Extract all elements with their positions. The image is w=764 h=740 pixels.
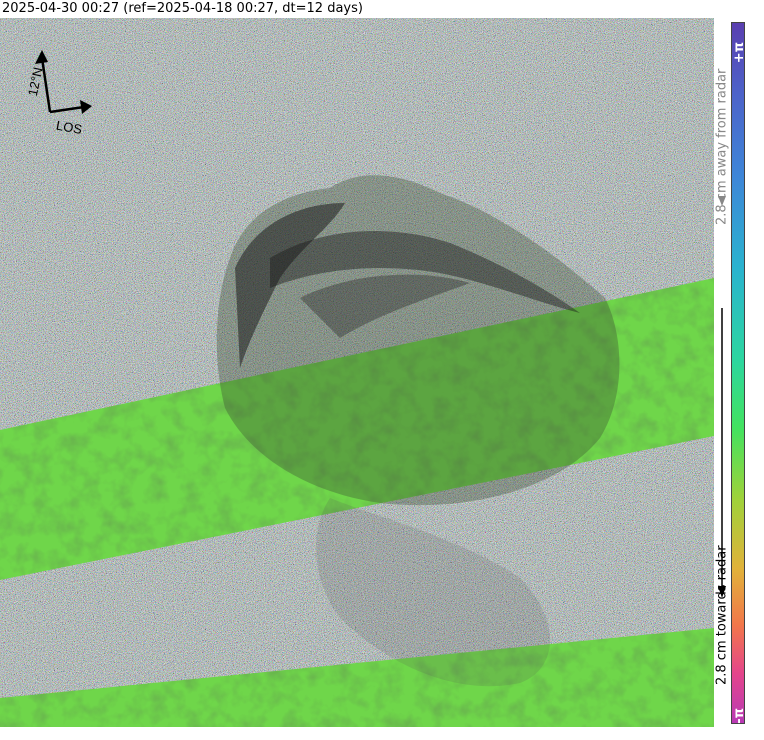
towards-arrow-icon bbox=[718, 308, 726, 598]
colorbar-max-label: +π bbox=[732, 42, 747, 64]
map-canvas bbox=[0, 18, 714, 727]
phase-colorbar: +π -π 2.8 cm away from radar 2.8 cm towa… bbox=[714, 18, 764, 727]
north-label: 12°N bbox=[25, 66, 46, 98]
away-from-radar-label: 2.8 cm away from radar bbox=[714, 68, 730, 226]
away-arrow-icon bbox=[718, 196, 726, 206]
image-title: 2025-04-30 00:27 (ref=2025-04-18 00:27, … bbox=[0, 0, 718, 18]
los-arrow bbox=[49, 100, 92, 114]
north-los-compass: 12°N LOS bbox=[20, 50, 100, 140]
los-label: LOS bbox=[55, 118, 84, 137]
colorbar-min-label: -π bbox=[732, 708, 747, 724]
interferogram-map[interactable] bbox=[0, 18, 714, 727]
colorbar-gradient bbox=[731, 22, 745, 724]
